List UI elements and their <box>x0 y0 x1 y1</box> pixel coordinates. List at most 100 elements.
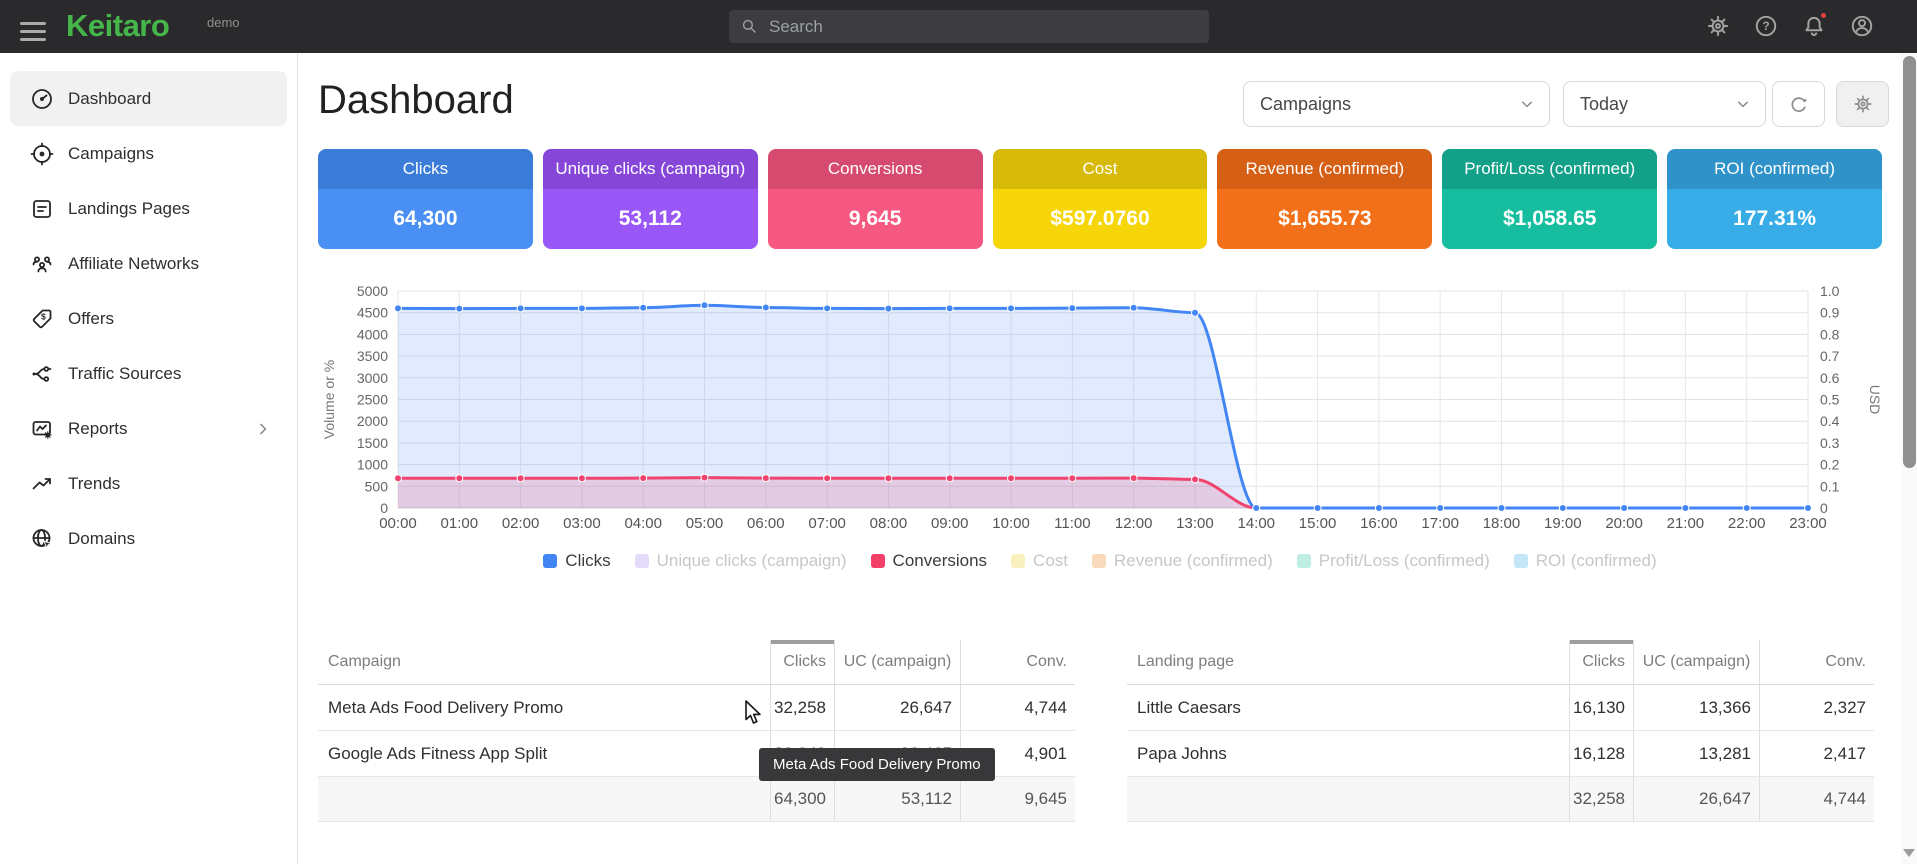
globe-icon <box>30 527 54 551</box>
sidebar-item-trends[interactable]: Trends <box>10 456 287 511</box>
scrollbar-thumb[interactable] <box>1903 56 1916 468</box>
sidebar-item-label: Trends <box>68 474 120 494</box>
metric-card-label: Profit/Loss (confirmed) <box>1442 149 1657 189</box>
account-icon[interactable] <box>1847 8 1877 44</box>
table-row[interactable]: Little Caesars16,13013,3662,327 <box>1127 685 1874 731</box>
svg-text:0.2: 0.2 <box>1820 457 1840 473</box>
legend-item-clicks[interactable]: Clicks <box>543 551 610 571</box>
legend-item-unique-clicks-campaign[interactable]: Unique clicks (campaign) <box>635 551 847 571</box>
svg-text:09:00: 09:00 <box>931 515 969 532</box>
sort-indicator <box>771 640 834 644</box>
metric-card-clicks: Clicks 64,300 <box>318 149 533 249</box>
row-value: 2,417 <box>1759 731 1874 776</box>
sidebar-item-dashboard[interactable]: Dashboard <box>10 71 287 126</box>
metric-card-value: 177.31% <box>1667 189 1882 249</box>
refresh-button[interactable] <box>1772 81 1825 127</box>
sidebar-item-affiliate-networks[interactable]: Affiliate Networks <box>10 236 287 291</box>
table-row[interactable]: Papa Johns16,12813,2812,417 <box>1127 731 1874 777</box>
legend-item-revenue-confirmed[interactable]: Revenue (confirmed) <box>1092 551 1273 571</box>
metric-card-roi-confirmed: ROI (confirmed) 177.31% <box>1667 149 1882 249</box>
chart-legend: Clicks Unique clicks (campaign) Conversi… <box>318 551 1882 571</box>
totals-value: 26,647 <box>1633 777 1759 821</box>
legend-swatch <box>1297 554 1311 568</box>
legend-label: ROI (confirmed) <box>1536 551 1657 571</box>
sidebar-item-traffic-sources[interactable]: Traffic Sources <box>10 346 287 401</box>
report-icon <box>30 417 54 441</box>
sidebar-item-domains[interactable]: Domains <box>10 511 287 566</box>
svg-text:11:00: 11:00 <box>1054 515 1090 532</box>
sidebar-item-reports[interactable]: Reports <box>10 401 287 456</box>
svg-text:0.8: 0.8 <box>1820 326 1840 342</box>
totals-value: 32,258 <box>1569 777 1633 821</box>
svg-text:0.9: 0.9 <box>1820 305 1840 321</box>
sidebar-item-offers[interactable]: $ Offers <box>10 291 287 346</box>
column-header-landing-page: Landing page <box>1127 640 1569 684</box>
totals-spacer <box>1127 777 1569 821</box>
svg-text:2000: 2000 <box>357 413 388 429</box>
svg-text:02:00: 02:00 <box>502 515 540 532</box>
table-header-row: Landing pageClicksUC (campaign)Conv. <box>1127 640 1874 685</box>
page-scrollbar[interactable] <box>1901 53 1917 864</box>
search-icon <box>740 17 759 36</box>
column-header-conv[interactable]: Conv. <box>1759 640 1874 684</box>
sidebar-item-label: Offers <box>68 309 114 329</box>
legend-swatch <box>1011 554 1025 568</box>
svg-text:07:00: 07:00 <box>808 515 846 532</box>
row-value: 13,281 <box>1633 731 1759 776</box>
sidebar-item-label: Affiliate Networks <box>68 254 199 274</box>
table-row[interactable]: Meta Ads Food Delivery Promo32,25826,647… <box>318 685 1075 731</box>
refresh-icon <box>1787 93 1810 116</box>
svg-text:23:00: 23:00 <box>1789 515 1827 532</box>
landing-icon <box>30 197 54 221</box>
totals-value: 9,645 <box>960 777 1075 821</box>
metric-card-label: ROI (confirmed) <box>1667 149 1882 189</box>
sidebar: Dashboard Campaigns Landings Pages Affil… <box>0 53 298 864</box>
svg-text:0.1: 0.1 <box>1820 478 1840 494</box>
svg-text:0.3: 0.3 <box>1820 435 1840 451</box>
legend-item-cost[interactable]: Cost <box>1011 551 1068 571</box>
svg-text:0.7: 0.7 <box>1820 348 1840 364</box>
chevron-down-icon <box>1733 94 1753 114</box>
dashboard-settings-button[interactable] <box>1836 81 1889 127</box>
legend-item-conversions[interactable]: Conversions <box>871 551 988 571</box>
dashboard-chart: 5000450040003500300025002000150010005000… <box>318 276 1882 538</box>
hamburger-menu-icon[interactable] <box>20 22 46 46</box>
help-icon[interactable]: ? <box>1751 8 1781 44</box>
svg-text:3500: 3500 <box>357 348 388 364</box>
legend-label: Unique clicks (campaign) <box>657 551 847 571</box>
sidebar-item-campaigns[interactable]: Campaigns <box>10 126 287 181</box>
column-header-conv[interactable]: Conv. <box>960 640 1075 684</box>
svg-text:1500: 1500 <box>357 435 388 451</box>
column-header-clicks[interactable]: Clicks <box>1569 640 1633 684</box>
sidebar-item-label: Campaigns <box>68 144 154 164</box>
legend-swatch <box>871 554 885 568</box>
metric-card-unique-clicks-campaign: Unique clicks (campaign) 53,112 <box>543 149 758 249</box>
svg-text:Volume or %: Volume or % <box>321 360 337 439</box>
help-icon: ? <box>1753 13 1779 39</box>
legend-swatch <box>1092 554 1106 568</box>
grouping-select[interactable]: Campaigns <box>1243 81 1550 127</box>
notifications-icon[interactable] <box>1799 8 1829 44</box>
column-header-uc-campaign[interactable]: UC (campaign) <box>1633 640 1759 684</box>
gauge-icon <box>30 87 54 111</box>
target-icon <box>30 142 54 166</box>
date-range-select[interactable]: Today <box>1563 81 1766 127</box>
keitaro-logo[interactable]: Keitaro <box>66 8 169 44</box>
sidebar-item-landings-pages[interactable]: Landings Pages <box>10 181 287 236</box>
notification-badge <box>1819 11 1828 20</box>
metric-card-label: Clicks <box>318 149 533 189</box>
scrollbar-down-arrow-icon[interactable] <box>1903 849 1915 857</box>
svg-text:06:00: 06:00 <box>747 515 785 532</box>
svg-text:22:00: 22:00 <box>1728 515 1766 532</box>
legend-item-roi-confirmed[interactable]: ROI (confirmed) <box>1514 551 1657 571</box>
search-input[interactable] <box>769 17 1189 37</box>
trend-icon <box>30 472 54 496</box>
legend-item-profit-loss-confirmed[interactable]: Profit/Loss (confirmed) <box>1297 551 1490 571</box>
svg-text:18:00: 18:00 <box>1483 515 1521 532</box>
global-search[interactable] <box>729 10 1209 43</box>
svg-text:04:00: 04:00 <box>624 515 662 532</box>
svg-text:1.0: 1.0 <box>1820 283 1840 299</box>
column-header-uc-campaign[interactable]: UC (campaign) <box>834 640 960 684</box>
column-header-clicks[interactable]: Clicks <box>770 640 834 684</box>
settings-icon[interactable] <box>1703 8 1733 44</box>
